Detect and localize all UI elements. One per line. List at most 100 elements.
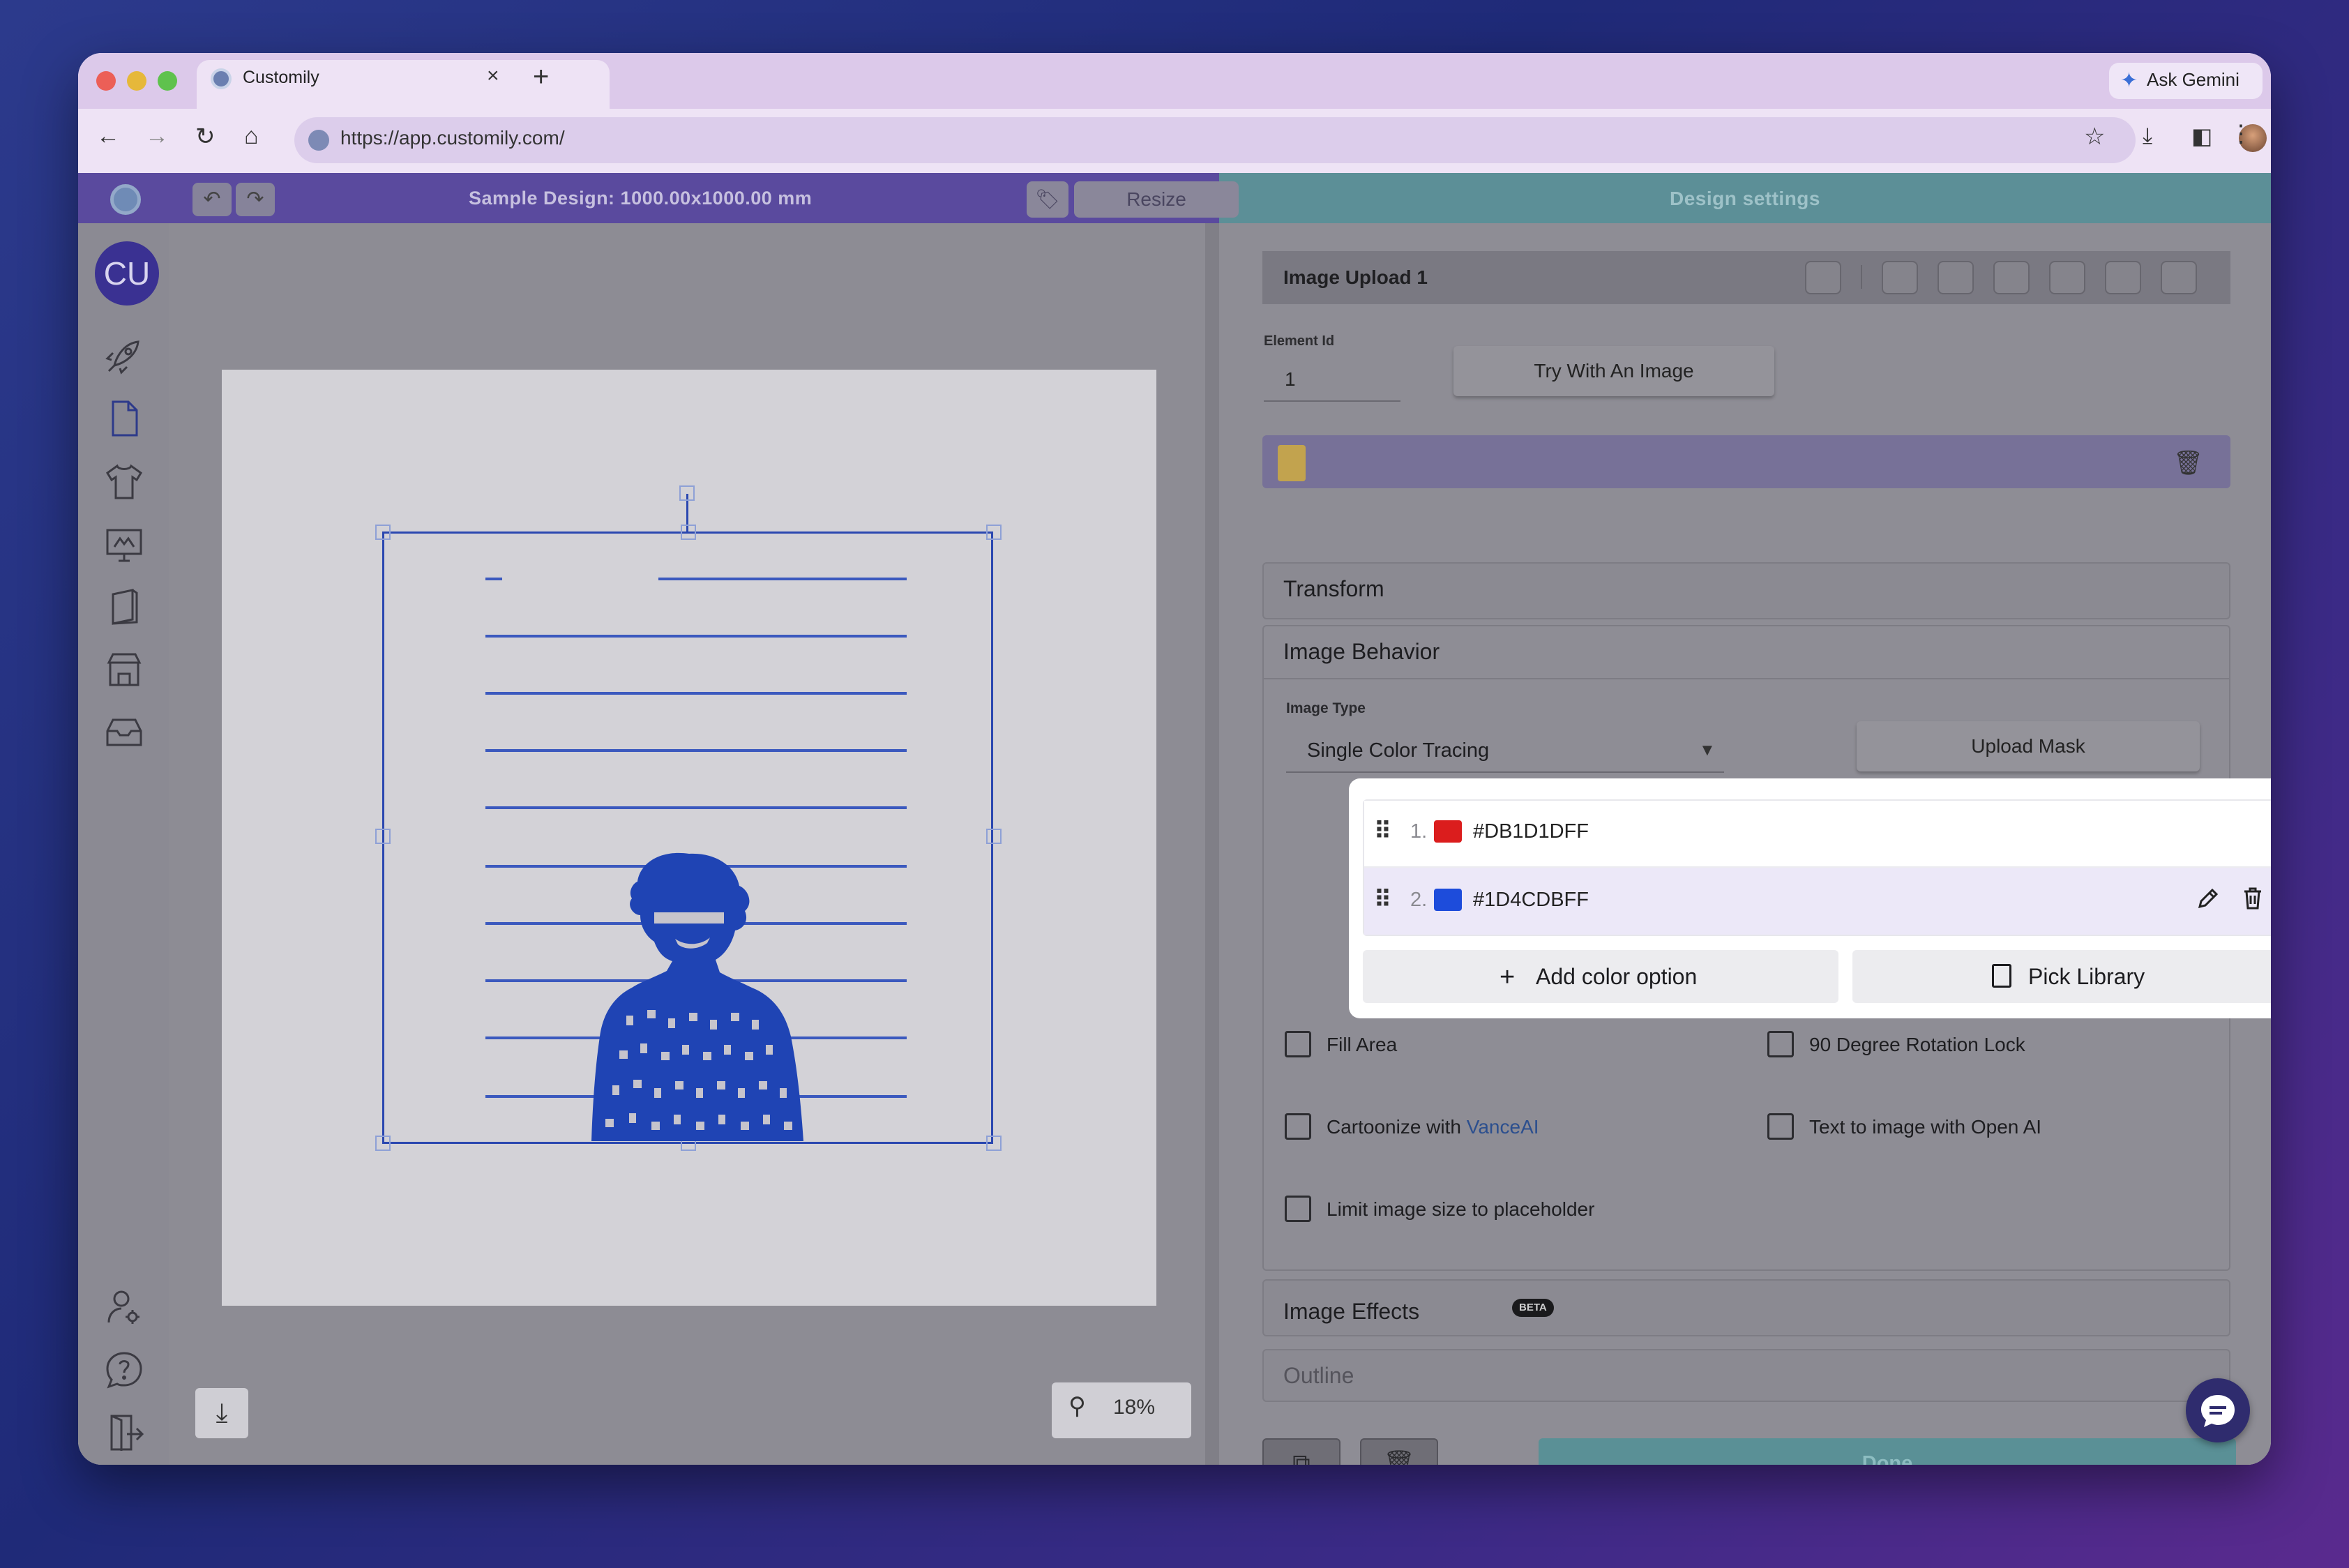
color-swatch[interactable] <box>1434 820 1462 843</box>
color-hex: #1D4CDBFF <box>1473 889 1589 911</box>
pick-library-label: Pick Library <box>2028 964 2145 989</box>
panel-divider[interactable] <box>1205 223 1219 1465</box>
drag-handle-icon[interactable]: ⠿ <box>1374 886 1391 914</box>
align-bottom-icon[interactable] <box>1993 261 2030 294</box>
align-middle-icon[interactable] <box>1938 261 1974 294</box>
element-title: Image Upload 1 <box>1283 266 1428 288</box>
traced-portrait-image <box>591 852 803 1141</box>
color-hex: #DB1D1DFF <box>1473 820 1589 843</box>
image-effects-label: Image Effects <box>1283 1299 1420 1324</box>
rotation-lock-label: 90 Degree Rotation Lock <box>1809 1034 2025 1055</box>
limit-size-label: Limit image size to placeholder <box>1327 1198 1595 1220</box>
pencil-icon[interactable] <box>2194 884 2222 912</box>
book-icon[interactable] <box>102 585 146 629</box>
resize-handle-br[interactable] <box>986 1136 1002 1151</box>
resize-button[interactable]: Resize <box>1074 181 1239 218</box>
trace-stripe <box>485 578 502 580</box>
pick-library-button[interactable]: Pick Library <box>1852 950 2271 1003</box>
trash-icon[interactable] <box>2239 884 2267 912</box>
element-id-underline <box>1264 400 1400 402</box>
cartoonize-label: Cartoonize with VanceAI <box>1327 1116 1539 1138</box>
image-type-underline <box>1286 771 1724 773</box>
browser-menu-icon[interactable]: ⋮ <box>2229 120 2253 148</box>
trace-stripe <box>485 749 907 752</box>
chevron-down-icon[interactable]: ▼ <box>1699 741 1716 760</box>
align-right-icon[interactable] <box>2161 261 2197 294</box>
redo-icon[interactable]: ↷ <box>236 183 275 216</box>
align-center-icon[interactable] <box>2105 261 2141 294</box>
upload-mask-button[interactable]: Upload Mask <box>1857 721 2200 771</box>
toolbar-separator <box>1861 265 1862 289</box>
trash-icon[interactable]: 🗑 <box>1360 1438 1438 1465</box>
design-title: Sample Design: 1000.00x1000.00 mm <box>469 188 813 209</box>
done-button[interactable]: Done <box>1539 1438 2236 1465</box>
try-with-image-button[interactable]: Try With An Image <box>1453 346 1774 396</box>
trace-stripe <box>658 578 907 580</box>
section-divider <box>1262 678 2230 679</box>
align-top-icon[interactable] <box>1882 261 1918 294</box>
vanceai-link[interactable]: VanceAI <box>1467 1116 1539 1138</box>
library-icon <box>1992 964 2011 988</box>
settings-title: Design settings <box>1670 188 1820 209</box>
rotation-lock-checkbox[interactable] <box>1767 1031 1794 1057</box>
plus-icon: + <box>1500 963 1516 992</box>
fill-area-label: Fill Area <box>1327 1034 1398 1055</box>
help-icon[interactable] <box>102 1348 146 1392</box>
beta-badge: BETA <box>1512 1299 1554 1317</box>
color-index: 1. <box>1410 820 1428 843</box>
user-settings-icon[interactable] <box>102 1285 146 1329</box>
outline-section[interactable] <box>1262 1349 2230 1402</box>
resize-handle-bl[interactable] <box>375 1136 391 1151</box>
chat-icon[interactable] <box>2186 1378 2250 1442</box>
outline-label: Outline <box>1283 1363 1354 1388</box>
app-viewport: ⋮ ↶ ↷ Sample Design: 1000.00x1000.00 mm … <box>78 53 2271 1465</box>
resize-handle-tr[interactable] <box>986 525 1002 540</box>
color-swatch[interactable] <box>1434 889 1462 911</box>
drag-handle-icon[interactable]: ⠿ <box>1374 817 1391 845</box>
cartoonize-prefix: Cartoonize with <box>1327 1116 1467 1138</box>
download-icon[interactable]: ⤓ <box>195 1388 248 1438</box>
inbox-icon[interactable] <box>102 710 146 755</box>
text-to-image-checkbox[interactable] <box>1767 1113 1794 1140</box>
zoom-value: 18% <box>1113 1396 1156 1419</box>
document-icon[interactable] <box>102 396 146 441</box>
tshirt-icon[interactable] <box>102 459 146 504</box>
cartoonize-checkbox[interactable] <box>1285 1113 1311 1140</box>
undo-icon[interactable]: ↶ <box>192 183 232 216</box>
trash-icon[interactable]: 🗑 <box>2173 449 2203 477</box>
uploaded-image-row[interactable] <box>1262 435 2230 488</box>
add-color-button[interactable]: + Add color option <box>1363 950 1838 1003</box>
image-type-select[interactable]: Single Color Tracing <box>1307 739 1489 762</box>
resize-handle-ml[interactable] <box>375 829 391 844</box>
search-icon[interactable]: ⚲ <box>1068 1392 1086 1420</box>
add-color-label: Add color option <box>1536 964 1698 989</box>
trace-stripe <box>485 806 907 809</box>
transform-label: Transform <box>1283 576 1384 601</box>
fit-icon[interactable] <box>1805 261 1841 294</box>
resize-handle-mr[interactable] <box>986 829 1002 844</box>
customily-logo[interactable] <box>110 184 141 215</box>
rotate-handle[interactable] <box>679 485 695 501</box>
resize-handle-tl[interactable] <box>375 525 391 540</box>
image-thumbnail <box>1278 445 1306 481</box>
trace-stripe <box>485 635 907 638</box>
color-index: 2. <box>1410 889 1428 911</box>
align-left-icon[interactable] <box>2049 261 2085 294</box>
transform-section[interactable] <box>1262 562 2230 619</box>
text-to-image-label: Text to image with Open AI <box>1809 1116 2042 1138</box>
duplicate-icon[interactable]: ⧉ <box>1262 1438 1340 1465</box>
image-behavior-label[interactable]: Image Behavior <box>1283 639 1440 665</box>
fill-area-checkbox[interactable] <box>1285 1031 1311 1057</box>
limit-size-checkbox[interactable] <box>1285 1196 1311 1222</box>
element-id-label: Element Id <box>1264 333 1335 349</box>
monitor-icon[interactable] <box>102 522 146 566</box>
logout-icon[interactable] <box>102 1410 146 1455</box>
store-icon[interactable] <box>102 647 146 692</box>
resize-handle-tm[interactable] <box>681 525 696 540</box>
rocket-icon[interactable] <box>102 333 146 378</box>
tag-icon[interactable]: 🏷 <box>1027 181 1068 218</box>
image-type-label: Image Type <box>1286 700 1366 716</box>
trace-stripe <box>485 692 907 695</box>
user-avatar[interactable]: CU <box>95 241 159 306</box>
element-id-input[interactable]: 1 <box>1285 368 1296 391</box>
